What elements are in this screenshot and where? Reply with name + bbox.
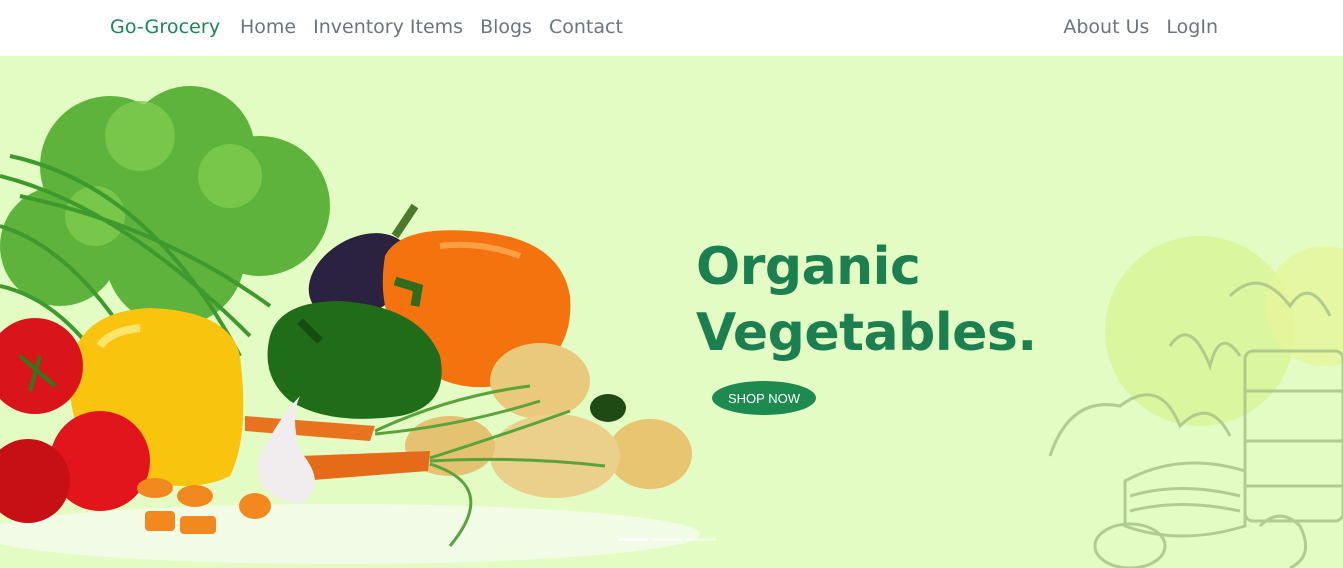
shop-now-button[interactable]: SHOP NOW [712, 381, 816, 415]
hero-carousel: Organic Vegetables. SHOP NOW [0, 56, 1343, 568]
carousel-indicator-2[interactable] [652, 538, 682, 541]
nav-left-group: Home Inventory Items Blogs Contact [240, 16, 623, 38]
nav-inventory-items-link[interactable]: Inventory Items [313, 16, 463, 38]
nav-contact-link[interactable]: Contact [549, 16, 623, 38]
top-navbar: Go-Grocery Home Inventory Items Blogs Co… [0, 0, 1343, 56]
vegetables-image [0, 86, 700, 564]
nav-login-link[interactable]: LogIn [1166, 16, 1218, 38]
carousel-indicator-3[interactable] [686, 538, 716, 541]
hero-title-line2: Vegetables. [696, 303, 1037, 363]
brand-logo-link[interactable]: Go-Grocery [110, 16, 220, 38]
nav-about-us-link[interactable]: About Us [1063, 16, 1149, 38]
nav-blogs-link[interactable]: Blogs [480, 16, 532, 38]
carousel-indicator-1[interactable] [618, 538, 648, 541]
nav-home-link[interactable]: Home [240, 16, 296, 38]
hero-title: Organic Vegetables. [696, 234, 1037, 366]
carousel-indicators [618, 538, 716, 541]
nav-right-group: About Us LogIn [1063, 16, 1218, 38]
hero-title-line1: Organic [696, 237, 921, 297]
vegetable-basket-sketch-image [1048, 236, 1343, 568]
